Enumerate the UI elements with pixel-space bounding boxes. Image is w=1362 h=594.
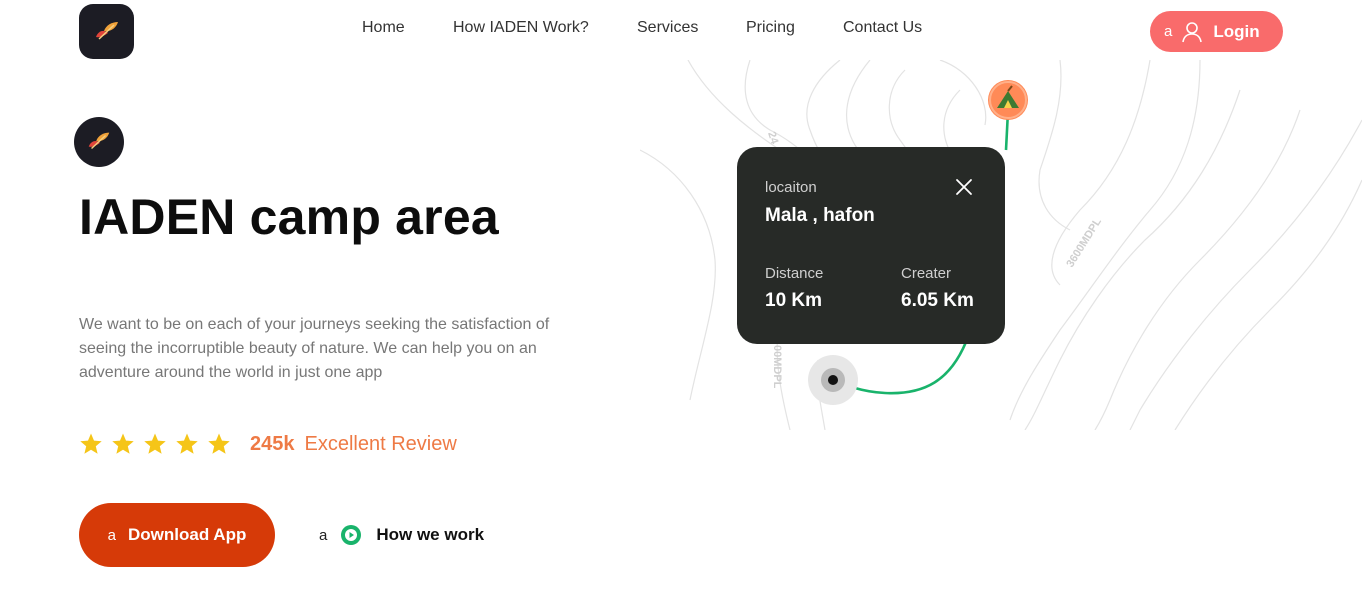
location-info-card: locaiton Mala , hafon Distance 10 Km Cre…	[737, 147, 1005, 344]
star-icon	[112, 433, 134, 454]
nav-how-iaden-work[interactable]: How IADEN Work?	[453, 19, 589, 37]
download-prefix: a	[107, 526, 116, 544]
hero-title: IADEN camp area	[79, 189, 499, 245]
nav-home[interactable]: Home	[362, 19, 405, 37]
contour-label: 3600MDPL	[1064, 216, 1104, 270]
download-app-button[interactable]: a Download App	[79, 503, 275, 567]
creator-label: Creater	[901, 265, 952, 282]
contour-label: 24	[765, 130, 780, 146]
hero-description: We want to be on each of your journeys s…	[79, 316, 550, 381]
login-label: Login	[1213, 21, 1260, 41]
login-button[interactable]: a Login	[1150, 11, 1283, 52]
distance-label: Distance	[765, 265, 824, 282]
star-icon	[80, 433, 102, 454]
nav-contact-us[interactable]: Contact Us	[843, 19, 922, 37]
nav-services[interactable]: Services	[637, 19, 698, 37]
user-icon	[1182, 21, 1203, 42]
star-icon	[208, 433, 230, 454]
review-text: Excellent Review	[304, 432, 457, 455]
location-label: locaiton	[765, 179, 817, 196]
review-count: 245k	[250, 432, 295, 455]
download-label: Download App	[127, 525, 247, 544]
how-we-work-prefix: a	[319, 526, 328, 544]
star-icon	[144, 433, 166, 454]
contour-label: 00MDPL	[771, 345, 783, 389]
nav-pricing[interactable]: Pricing	[746, 19, 795, 37]
hero-logo	[74, 117, 124, 167]
start-point-icon	[808, 355, 858, 405]
logo-leaf-icon	[88, 132, 110, 150]
star-icon	[176, 433, 198, 454]
how-we-work-label: How we work	[376, 525, 485, 544]
login-prefix: a	[1164, 23, 1173, 40]
how-we-work-link[interactable]: a How we work	[319, 522, 484, 548]
play-icon	[341, 525, 362, 545]
tent-pin-icon[interactable]	[988, 80, 1028, 120]
close-icon[interactable]	[955, 178, 973, 196]
location-value: Mala , hafon	[765, 205, 875, 226]
rating-row: 245k Excellent Review	[79, 430, 457, 458]
creator-value: 6.05 Km	[901, 290, 974, 311]
distance-value: 10 Km	[765, 290, 823, 311]
